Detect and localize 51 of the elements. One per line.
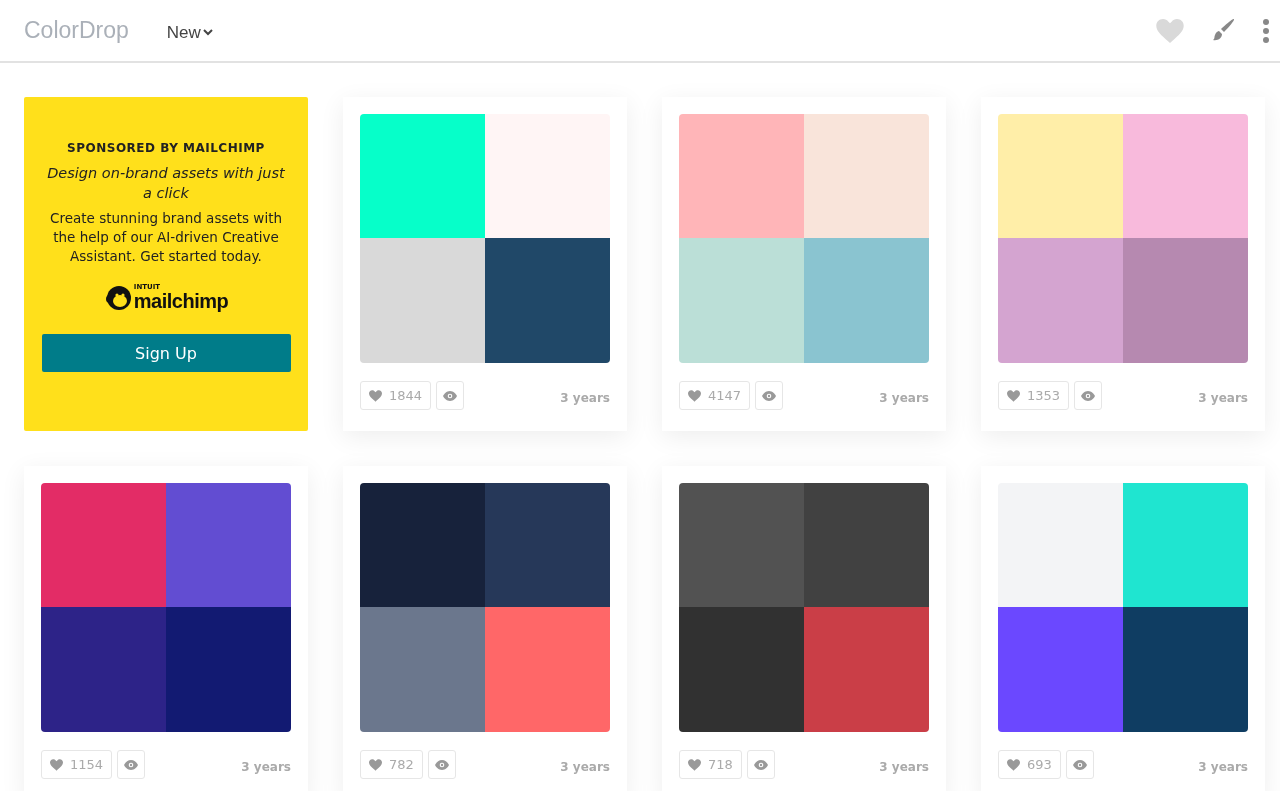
heart-icon [688,758,701,771]
palette-swatches[interactable] [41,483,291,732]
like-button[interactable]: 1353 [998,381,1070,410]
site-logo[interactable]: ColorDrop [24,17,129,44]
palette-swatches[interactable] [679,114,929,363]
view-button[interactable] [1065,750,1094,779]
palette-age: 3 years [879,759,929,774]
palette-age: 3 years [1198,390,1248,405]
palette-age: 3 years [560,759,610,774]
like-button[interactable]: 4147 [679,381,751,410]
heart-icon [369,758,382,771]
eye-icon [1072,759,1087,770]
palette-swatches[interactable] [998,483,1248,732]
palette-swatches[interactable] [679,483,929,732]
view-button[interactable] [427,750,456,779]
eye-icon [762,390,777,401]
like-button[interactable]: 1154 [41,750,113,779]
palette-age: 3 years [241,759,291,774]
brand-wordmark: mailchimp [133,290,229,311]
eye-icon [753,759,768,770]
view-button[interactable] [117,750,146,779]
ad-text: Create stunning brand assets with the help of our AI-driven Creative Assistant. Get started today. [49,209,283,266]
like-button[interactable]: 782 [360,750,423,779]
sign-up-button[interactable]: Sign Up [41,334,291,372]
eye-icon [434,759,449,770]
chevron-down-icon [202,29,213,36]
ad-headline: Design on-brand assets with just a click [46,164,286,203]
view-button[interactable] [1074,381,1103,410]
more-options-icon[interactable] [1262,17,1270,44]
sponsor-label: SPONSORED BY MAILCHIMP [67,141,265,155]
eye-icon [1081,390,1096,401]
palette-swatches[interactable] [998,114,1248,363]
view-button[interactable] [436,381,465,410]
heart-icon [369,389,382,402]
heart-icon [688,389,701,402]
palette-swatches[interactable] [360,114,610,363]
like-button[interactable]: 1844 [360,381,432,410]
like-button[interactable]: 693 [998,750,1061,779]
eye-icon [124,759,139,770]
palette-age: 3 years [1198,759,1248,774]
palette-age: 3 years [879,390,929,405]
like-button[interactable]: 718 [679,750,742,779]
heart-icon [1007,758,1020,771]
heart-icon [50,758,63,771]
view-button[interactable] [746,750,775,779]
sort-dropdown[interactable]: New [166,22,213,43]
palette-age: 3 years [560,390,610,405]
view-button[interactable] [755,381,784,410]
heart-icon [1007,389,1020,402]
eye-icon [443,390,458,401]
palette-swatches[interactable] [360,483,610,732]
